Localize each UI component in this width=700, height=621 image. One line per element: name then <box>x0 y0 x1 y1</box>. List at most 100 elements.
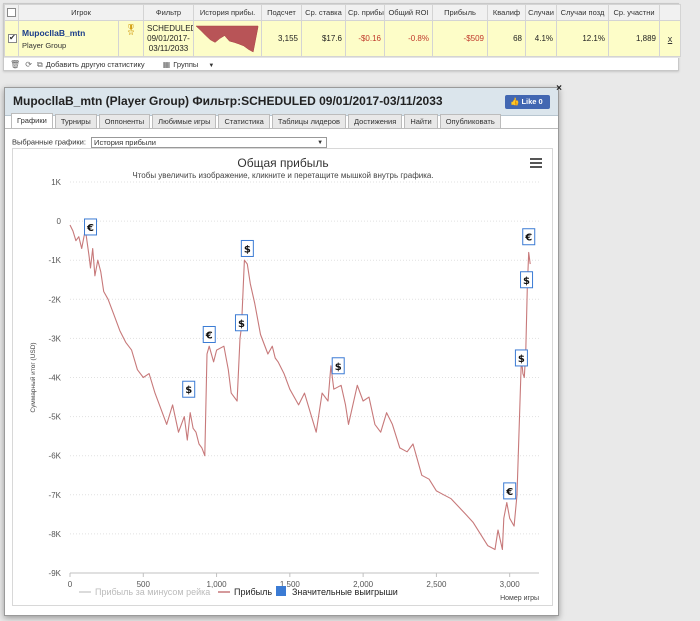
chart-dialog: MupocllaB_mtn (Player Group) Фильтр:SCHE… <box>4 83 562 616</box>
big-win-marker[interactable]: € <box>522 228 536 246</box>
column-header-avg-stake[interactable]: Ср. ставка <box>301 4 346 21</box>
y-tick-label: -4K <box>49 374 62 383</box>
stats-panel: Игрок Фильтр История прибы. Подсчет Ср. … <box>3 3 681 72</box>
big-win-marker-label: $ <box>185 385 192 396</box>
chart-menu-icon[interactable] <box>530 158 542 168</box>
tab-statistics[interactable]: Статистика <box>218 114 270 129</box>
history-sparkline-cell[interactable] <box>193 20 262 57</box>
column-header-roi[interactable]: Общий ROI <box>384 4 433 21</box>
y-tick-label: -6K <box>49 452 62 461</box>
tab-publish[interactable]: Опубликовать <box>439 114 501 129</box>
row-checkbox[interactable] <box>8 33 17 44</box>
late-cases-cell: 12.1% <box>556 20 609 57</box>
y-tick-label: 1K <box>51 178 61 187</box>
facebook-like-button[interactable]: 👍 Like 0 <box>505 95 550 109</box>
column-header-profit[interactable]: Прибыль <box>432 4 488 21</box>
stats-toolbar: 🗑 ⟳ ⧉ Добавить другую статистику ▦ Группы … <box>4 57 680 72</box>
column-header-avg-entrants[interactable]: Ср. участни <box>608 4 660 21</box>
y-tick-label: -3K <box>49 334 62 343</box>
thumbs-up-icon: 👍 <box>510 97 520 106</box>
tab-favorite-games[interactable]: Любимые игры <box>152 114 217 129</box>
tab-leaderboards[interactable]: Таблицы лидеров <box>271 114 347 129</box>
big-win-marker[interactable]: $ <box>240 239 254 257</box>
select-all-checkbox[interactable] <box>7 8 16 18</box>
refresh-icon[interactable]: ⟳ <box>25 60 32 69</box>
stats-table: Игрок Фильтр История прибы. Подсчет Ср. … <box>4 4 681 57</box>
dialog-tabs: Графики Турниры Оппоненты Любимые игры Стати… <box>11 113 503 129</box>
big-win-marker[interactable]: € <box>202 325 216 343</box>
count-cell: 3,155 <box>261 20 302 57</box>
big-win-marker[interactable]: $ <box>182 380 196 398</box>
dialog-header: MupocllaB_mtn (Player Group) Фильтр:SCHE… <box>5 88 558 116</box>
legend-label: Прибыль <box>234 587 272 597</box>
chart-title: Общая прибыль <box>237 156 328 170</box>
y-axis-label: Суммарный итог (USD) <box>29 342 37 412</box>
tab-graphs[interactable]: Графики <box>11 113 53 129</box>
column-header-qualif[interactable]: Квалиф <box>487 4 526 21</box>
big-win-marker[interactable]: € <box>84 218 98 236</box>
column-header-cases[interactable]: Случаи <box>525 4 557 21</box>
legend-item[interactable]: Прибыль за минусом рейка <box>79 587 210 597</box>
player-cell: MupocllaB_mtn Player Group <box>18 20 119 57</box>
profit-chart[interactable]: Общая прибыльЧтобы увеличить изображение… <box>13 149 554 607</box>
y-tick-label: -5K <box>49 413 62 422</box>
tab-opponents[interactable]: Оппоненты <box>98 114 151 129</box>
player-group-label: Player Group <box>22 40 67 50</box>
big-win-marker-label: $ <box>518 354 525 365</box>
row-checkbox-cell[interactable] <box>4 20 19 57</box>
dialog-title: MupocllaB_mtn (Player Group) Фильтр:SCHE… <box>13 94 443 108</box>
y-tick-label: -1K <box>49 256 62 265</box>
big-win-marker-label: € <box>86 223 94 234</box>
column-header-filter[interactable]: Фильтр <box>143 4 194 21</box>
legend-label: Значительные выигрыши <box>292 587 398 597</box>
external-link-icon: ⧉ <box>37 60 43 69</box>
y-tick-label: -8K <box>49 530 62 539</box>
medal-icon: 🎖 <box>124 25 138 36</box>
column-header-history[interactable]: История прибы. <box>193 4 262 21</box>
big-win-marker[interactable]: $ <box>234 314 248 332</box>
big-win-marker-label: $ <box>523 276 530 287</box>
tab-find[interactable]: Найти <box>404 114 438 129</box>
big-win-marker-label: € <box>524 233 532 244</box>
big-win-marker[interactable]: $ <box>520 271 534 289</box>
big-win-marker[interactable]: € <box>503 482 517 500</box>
add-stats-button[interactable]: ⧉ Добавить другую статистику <box>37 60 153 69</box>
y-tick-label: -2K <box>49 295 62 304</box>
big-win-marker[interactable]: $ <box>331 357 345 375</box>
profit-cell: -$509 <box>432 20 488 57</box>
table-row: MupocllaB_mtn Player Group 🎖 SCHEDULED 0… <box>4 20 681 57</box>
avg-entrants-cell: 1,889 <box>608 20 660 57</box>
cases-cell: 4.1% <box>525 20 557 57</box>
profit-sparkline[interactable] <box>194 22 260 56</box>
column-header-avg-profit[interactable]: Ср. прибы <box>345 4 385 21</box>
groups-button[interactable]: ▦ Группы ▼ <box>163 60 223 69</box>
remove-cell: x <box>659 20 681 57</box>
legend-item[interactable]: Значительные выигрыши <box>276 586 398 597</box>
close-icon[interactable]: × <box>553 83 565 95</box>
filter-line-1: SCHEDULED <box>147 23 194 33</box>
column-header-late-cases[interactable]: Случаи позд <box>556 4 609 21</box>
column-header-count[interactable]: Подсчет <box>261 4 302 21</box>
graph-select-dropdown[interactable]: История прибыли ▼ <box>91 137 328 148</box>
tab-achievements[interactable]: Достижения <box>348 114 403 129</box>
groups-label: Группы <box>173 60 199 69</box>
avg-stake-cell: $17.6 <box>301 20 346 57</box>
roi-cell: -0.8% <box>384 20 433 57</box>
legend-swatch-box <box>276 586 286 596</box>
facebook-like-label: Like 0 <box>521 97 543 106</box>
big-win-marker[interactable]: $ <box>514 349 528 367</box>
column-header-player[interactable]: Игрок <box>18 4 144 21</box>
trash-icon[interactable]: 🗑 <box>10 60 20 69</box>
graph-select-value: История прибыли <box>94 138 156 147</box>
chart-container[interactable]: Общая прибыль Чтобы увеличить изображение… <box>12 148 553 606</box>
graph-select-label: Выбранные графики: <box>12 137 86 147</box>
player-name-link[interactable]: MupocllaB_mtn <box>22 28 115 38</box>
select-all-header[interactable] <box>4 4 19 21</box>
add-stats-label: Добавить другую статистику <box>45 60 145 69</box>
y-tick-label: -9K <box>49 569 62 578</box>
big-win-marker-label: € <box>505 487 513 498</box>
tab-tournaments[interactable]: Турниры <box>54 114 97 129</box>
big-win-marker-label: $ <box>335 362 342 373</box>
remove-row-link[interactable]: x <box>668 34 673 44</box>
chart-subtitle: Чтобы увеличить изображение, кликните и … <box>132 171 433 180</box>
